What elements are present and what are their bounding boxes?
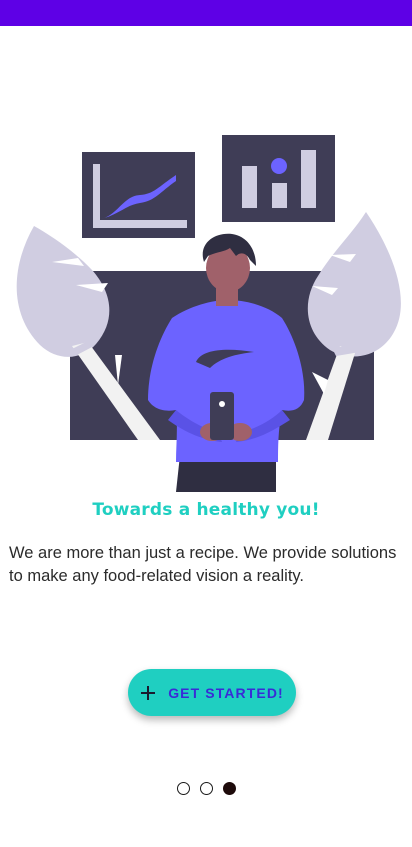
- onboarding-headline: Towards a healthy you!: [92, 500, 320, 520]
- get-started-button[interactable]: GET STARTED!: [128, 669, 296, 716]
- plus-icon: [141, 685, 156, 700]
- onboarding-description: We are more than just a recipe. We provi…: [9, 544, 397, 585]
- person-with-phone-illustration: [16, 135, 401, 492]
- bar-chart-frame: [222, 135, 335, 222]
- status-bar: [0, 0, 412, 26]
- page-dot[interactable]: [222, 782, 236, 795]
- line-chart-frame: [82, 152, 195, 238]
- page-dot[interactable]: [176, 782, 190, 795]
- get-started-label: GET STARTED!: [168, 684, 284, 701]
- page-indicator: [0, 782, 412, 795]
- page-dot[interactable]: [199, 782, 213, 795]
